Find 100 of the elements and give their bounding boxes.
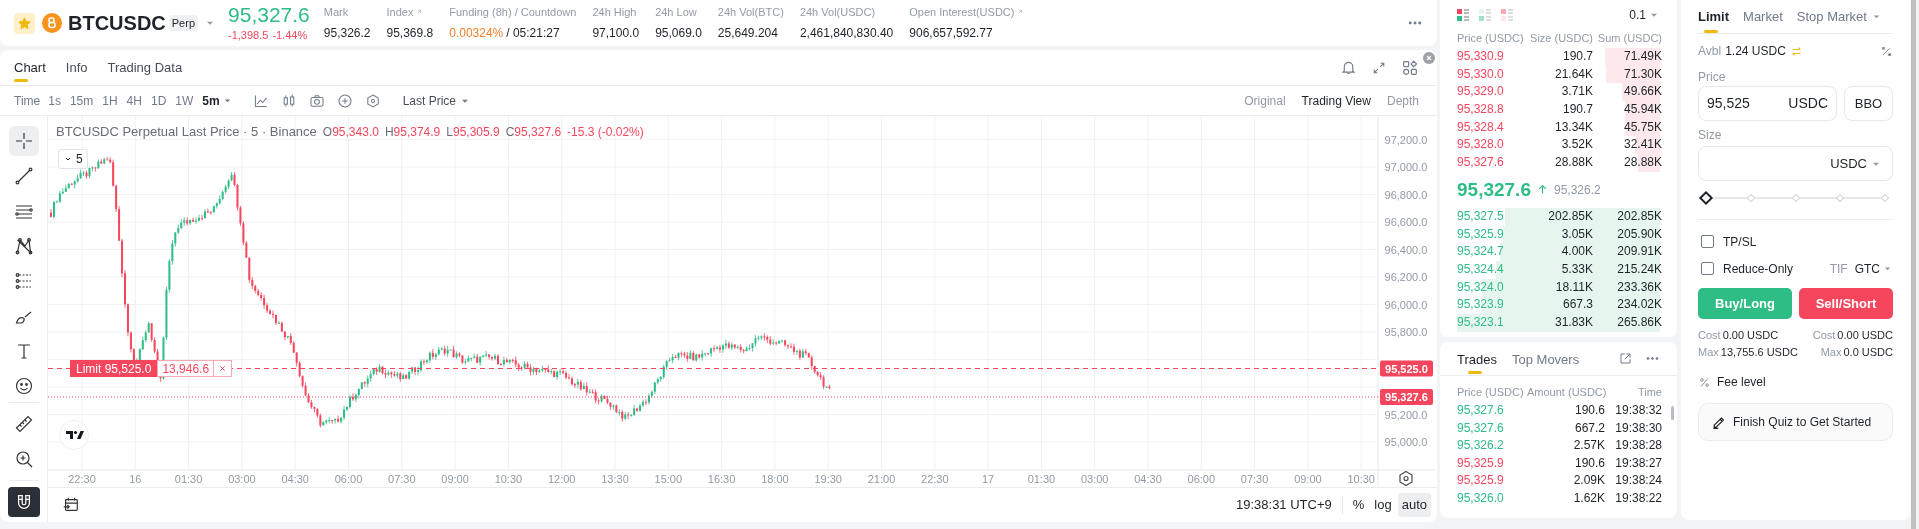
price-axis-label: 97,000.0 <box>1384 161 1428 173</box>
column-header: Price (USDC) <box>1457 31 1525 46</box>
interval-option[interactable]: 1D <box>150 91 167 110</box>
time-axis-label: 10:30 <box>494 472 523 485</box>
scale-option[interactable]: log <box>1370 493 1396 517</box>
price-input[interactable]: 95,525 USDC <box>1698 86 1837 121</box>
field-label: Size <box>1698 127 1723 144</box>
trade-price: 95,325.9 <box>1457 454 1505 472</box>
order-price[interactable]: 95,327.5 <box>1457 207 1527 226</box>
percent-icon[interactable] <box>1880 44 1893 58</box>
time-label: Time <box>14 92 41 110</box>
trade-amount: 667.2 <box>1573 419 1605 437</box>
scale-option[interactable]: auto <box>1397 493 1431 517</box>
order-sum: 28.88K <box>1622 154 1662 172</box>
order-price[interactable]: 95,328.8 <box>1457 101 1527 119</box>
tif-dropdown[interactable]: GTC <box>1854 259 1893 278</box>
fee-level-link[interactable]: Fee level <box>1717 373 1766 391</box>
scrollbar[interactable] <box>1671 406 1674 420</box>
percent-icon <box>1698 375 1711 389</box>
tif-label: TIF <box>1829 260 1848 278</box>
order-price[interactable]: 95,330.0 <box>1457 65 1527 84</box>
order-sum: 233.36K <box>1616 278 1662 296</box>
bell-icon[interactable] <box>1340 59 1357 76</box>
chart-view-option[interactable]: Trading View <box>1301 91 1371 110</box>
widgets-icon[interactable] <box>1401 58 1419 77</box>
camera-icon[interactable] <box>308 92 325 109</box>
finish-quiz-button[interactable]: Finish Quiz to Get Started <box>1698 403 1893 441</box>
order-size: 190.7 <box>1561 101 1593 119</box>
logo-icon[interactable] <box>59 420 89 450</box>
order-sum: 265.86K <box>1616 313 1662 331</box>
checkbox[interactable] <box>1701 235 1714 248</box>
order-label[interactable]: Limit 95,525.0 <box>70 360 158 377</box>
order-sum: 234.02K <box>1616 296 1662 314</box>
sell-short-button[interactable]: Sell/Short <box>1799 288 1893 319</box>
size-input[interactable]: USDC <box>1698 146 1893 181</box>
close-icon[interactable] <box>1423 52 1435 64</box>
tick-size-dropdown[interactable]: 0.1 <box>1629 6 1660 24</box>
settings-icon[interactable] <box>1399 470 1413 487</box>
order-sum: 202.85K <box>1616 207 1662 225</box>
order-price[interactable]: 95,328.4 <box>1457 118 1527 137</box>
crosshair-icon[interactable] <box>8 126 39 156</box>
trades-tab[interactable]: Trades <box>1457 342 1497 375</box>
pop-out-icon[interactable] <box>1618 351 1633 366</box>
checkbox[interactable] <box>1701 262 1714 275</box>
order-price[interactable]: 95,324.4 <box>1457 260 1527 279</box>
order-size: 18.11K <box>1554 278 1593 296</box>
buy-long-button[interactable]: Buy/Long <box>1698 288 1792 319</box>
scale-option[interactable]: % <box>1348 493 1369 517</box>
hexagon-icon[interactable] <box>364 92 381 109</box>
interval-option[interactable]: 15m <box>69 91 94 110</box>
clock-time: 19:38:31 UTC+9 <box>1236 496 1332 515</box>
ohlc-value: 95,343.0 <box>332 123 379 141</box>
trades-tab[interactable]: Top Movers <box>1512 342 1580 375</box>
interval-toggle[interactable]: 5 <box>58 149 88 169</box>
price-axis-label: 97,200.0 <box>1384 133 1428 146</box>
stat-label: 24h Vol(BTC) <box>717 4 784 20</box>
add-icon[interactable] <box>336 92 353 109</box>
indicator-icon[interactable] <box>252 92 269 109</box>
column-header: Price (USDC) <box>1457 385 1525 400</box>
info-label: Max <box>1820 345 1842 361</box>
order-type-tab[interactable]: Limit <box>1698 0 1730 33</box>
chart-view-option[interactable]: Depth <box>1386 91 1419 110</box>
order-price[interactable]: 95,330.9 <box>1457 48 1527 66</box>
time-axis-label: 16:30 <box>707 472 736 485</box>
info-value: 13,755.6 USDC <box>1720 345 1798 361</box>
time-axis-label: 01:30 <box>174 472 203 485</box>
interval-option[interactable]: 5m <box>202 91 233 110</box>
price-axis-label: 96,400.0 <box>1384 243 1428 256</box>
coin-icon <box>42 13 62 33</box>
order-type-tab[interactable]: Market <box>1743 0 1783 33</box>
interval-option[interactable]: 4H <box>126 91 142 110</box>
scrollbar[interactable] <box>1911 0 1916 529</box>
chart-tab[interactable]: Chart <box>14 50 46 85</box>
option-label: TP/SL <box>1723 233 1757 251</box>
order-size: 667.3 <box>1561 296 1593 314</box>
chart-view-option[interactable]: Original <box>1244 91 1286 110</box>
trade-amount: 2.09K <box>1572 472 1605 490</box>
cancel-order-button[interactable] <box>214 360 233 377</box>
interval-option[interactable]: 1s <box>48 91 61 110</box>
chart-tab[interactable]: Info <box>65 50 88 85</box>
order-price[interactable]: 95,328.0 <box>1457 136 1527 155</box>
order-size: 3.71K <box>1560 83 1593 101</box>
stat-label: Mark <box>323 4 349 20</box>
price-source-dropdown[interactable]: Last Price <box>402 91 471 110</box>
go-to-date-icon[interactable] <box>62 496 80 514</box>
book-layout-icon[interactable] <box>1457 9 1469 21</box>
order-price[interactable]: 95,325.9 <box>1457 225 1527 244</box>
interval-option[interactable]: 1W <box>175 91 194 110</box>
order-type-tab[interactable]: Stop Market <box>1796 0 1882 33</box>
magnet-button[interactable] <box>7 487 40 517</box>
order-price[interactable]: 95,327.6 <box>1457 154 1527 172</box>
price-axis-label: 96,200.0 <box>1384 271 1428 283</box>
order-size: 4.00K <box>1560 243 1593 261</box>
order-price[interactable]: 95,329.0 <box>1457 83 1527 102</box>
info-label: Cost <box>1812 328 1836 344</box>
bbo-button[interactable]: BBO <box>1844 86 1893 121</box>
time-axis-label: 04:30 <box>1134 472 1162 485</box>
interval-option[interactable]: 1H <box>102 91 118 110</box>
chart-tab[interactable]: Trading Data <box>107 50 183 85</box>
order-price[interactable]: 95,324.7 <box>1457 243 1527 261</box>
